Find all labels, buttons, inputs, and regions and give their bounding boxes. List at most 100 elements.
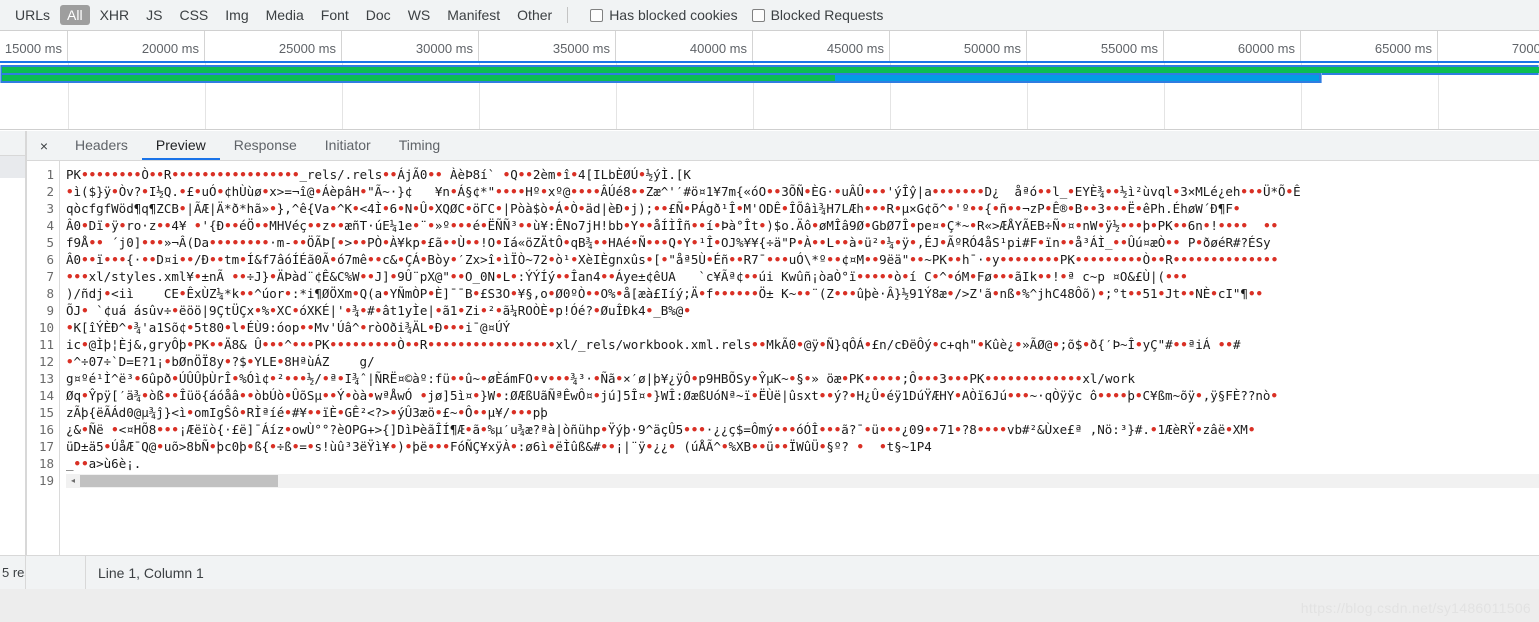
timeline-tick-label: 60000 ms: [1237, 41, 1295, 56]
filter-type-css[interactable]: CSS: [172, 5, 215, 25]
request-list-header: [0, 131, 25, 156]
detail-panel[interactable]: × Headers Preview Response Initiator Timing …: [26, 131, 1539, 555]
line-number: 15: [38, 405, 54, 420]
code-line[interactable]: Øq•Ŷpÿ[′ä¾•òß••Îüö{áóåâ••òbÚò•ÛõSµ••Ý•òà…: [60, 387, 1539, 404]
filter-type-img[interactable]: Img: [218, 5, 255, 25]
code-line[interactable]: ÕJ• `¢uá ásûv÷•ëöö|9ÇtÜÇx•%•XC•óXKÉ|'•¾•…: [60, 302, 1539, 319]
code-content[interactable]: PK••••••••Ò••R•••••••••••••••••_rels/.re…: [60, 161, 1539, 555]
timeline-waterfall[interactable]: [0, 63, 1539, 129]
code-line[interactable]: )/ñdj•<iì CE•ÊxÙZ¼*k••^úor•:*i¶ØÖXm•Q(a•…: [60, 285, 1539, 302]
code-line[interactable]: g¤ºé¹Ì^ë³•6ûpð•ÚÛÛþÙrÎ•%Óì¢•²•••½/•ª•I¾ˆ…: [60, 370, 1539, 387]
timeline-ruler: 15000 ms 20000 ms 25000 ms 30000 ms 35000 ms…: [0, 31, 1539, 63]
line-number: 10: [38, 320, 54, 335]
line-number: 19: [38, 473, 54, 488]
network-timeline[interactable]: 15000 ms 20000 ms 25000 ms 30000 ms 35000 ms…: [0, 31, 1539, 130]
filter-type-other[interactable]: Other: [510, 5, 559, 25]
filter-label-urls: URLs: [15, 7, 51, 23]
timeline-tick: 65000 ms: [1301, 31, 1438, 61]
filter-type-list[interactable]: All XHR JS CSS Img Media Font Doc WS Manifest Othe…: [60, 5, 562, 25]
filter-type-media[interactable]: Media: [259, 5, 311, 25]
code-line[interactable]: •^÷07÷`D=E?1¡•bØnÖÏ8y•?$•YLE•8HªùÁZ g/: [60, 353, 1539, 370]
filter-type-xhr[interactable]: XHR: [93, 5, 137, 25]
filter-checkbox-list[interactable]: Has blocked cookies Blocked Requests: [576, 7, 883, 23]
bar-segment-waiting: [2, 75, 835, 81]
line-number: 7: [46, 269, 54, 284]
tab-initiator[interactable]: Initiator: [311, 131, 385, 160]
close-icon[interactable]: ×: [27, 131, 61, 160]
scrollbar-thumb[interactable]: [80, 474, 278, 487]
detail-tabstrip[interactable]: × Headers Preview Response Initiator Timing: [27, 131, 1539, 161]
tab-preview[interactable]: Preview: [141, 131, 220, 160]
timeline-tick: 45000 ms: [753, 31, 890, 61]
code-line[interactable]: f9Å•• ´j0]•••»¬Â(Da••••••••·m-••ÖÃÞ[•>••…: [60, 234, 1539, 251]
code-line[interactable]: üD±ä5•ÚåÆ¯Q@•uõ>8bÑ•þc0þ•ß{•÷ß•=•s!ùû³3ë…: [60, 438, 1539, 455]
timeline-tick: 55000 ms: [1027, 31, 1164, 61]
checkbox-label: Has blocked cookies: [609, 7, 738, 23]
code-line[interactable]: Â0••ï•••{·••D¤i••/Ð••tm•Í&f7âóÍÉã0Ã•ó7mê…: [60, 251, 1539, 268]
tab-response[interactable]: Response: [220, 131, 311, 160]
filter-type-ws[interactable]: WS: [401, 5, 438, 25]
line-number: 4: [46, 218, 54, 233]
timeline-tick-label: 15000 ms: [4, 41, 62, 56]
timeline-tick-label: 50000 ms: [963, 41, 1021, 56]
checkbox-label: Blocked Requests: [770, 7, 884, 23]
code-line[interactable]: Â0•Dï•ÿ•ro·z••4¥ •'{Ð••éÖ••MHVéç••z••æñT…: [60, 217, 1539, 234]
filter-type-all[interactable]: All: [60, 5, 90, 25]
timeline-tick: 35000 ms: [479, 31, 616, 61]
watermark-text: https://blog.csdn.net/sy1486011506: [1300, 600, 1531, 616]
detail-tabs[interactable]: Headers Preview Response Initiator Timing: [61, 131, 454, 160]
status-cursor-position: Line 1, Column 1: [85, 556, 204, 589]
timeline-tick-label: 40000 ms: [689, 41, 747, 56]
line-number: 13: [38, 371, 54, 386]
code-line[interactable]: ic•@Ìþ¦Èj&,gryÔþ•PK••Ä8& Û•••^•••PK•••••…: [60, 336, 1539, 353]
filter-type-js[interactable]: JS: [139, 5, 169, 25]
timeline-tick: 15000 ms: [0, 31, 68, 61]
timeline-tick-label: 45000 ms: [826, 41, 884, 56]
filter-type-doc[interactable]: Doc: [359, 5, 398, 25]
timeline-tick-label: 65000 ms: [1374, 41, 1432, 56]
checkbox-has-blocked-cookies[interactable]: Has blocked cookies: [590, 7, 738, 23]
code-line[interactable]: •••xl/styles.xml¥•±nÃ ••÷J}•ÄÞàd¨¢Ê&C%W•…: [60, 268, 1539, 285]
status-bar: 5 res Line 1, Column 1: [0, 555, 1539, 589]
filter-type-font[interactable]: Font: [314, 5, 356, 25]
scroll-left-arrow-icon[interactable]: ◂: [66, 474, 80, 488]
code-line[interactable]: •ì($}ÿ•Òv?•I½Q.•£•uÓ•¢hÙùø•x>=¬î@•ÁèpâH•…: [60, 183, 1539, 200]
code-line[interactable]: ¿&•Ñë •<¤HÕ8•••¡Æëïò{·£ë]¯Áíz•owÙ°°?èOPG…: [60, 421, 1539, 438]
tab-timing[interactable]: Timing: [385, 131, 455, 160]
timeline-tick-label: 30000 ms: [415, 41, 473, 56]
preview-code-viewer[interactable]: 1 2 3 4 5 6 7 8 9 10 11 12 13 14 15 16 17 18 19 PK••••••••…: [27, 161, 1539, 555]
line-number: 18: [38, 456, 54, 471]
horizontal-scrollbar[interactable]: ◂: [66, 473, 1539, 488]
line-number-gutter: 1 2 3 4 5 6 7 8 9 10 11 12 13 14 15 16 17 18 19: [27, 161, 60, 555]
horizontal-scrollbar-row[interactable]: ◂: [60, 472, 1539, 489]
filter-type-manifest[interactable]: Manifest: [440, 5, 507, 25]
line-number: 2: [46, 184, 54, 199]
timeline-tick: 40000 ms: [616, 31, 753, 61]
code-line[interactable]: PK••••••••Ò••R•••••••••••••••••_rels/.re…: [60, 166, 1539, 183]
request-list[interactable]: [0, 131, 26, 555]
line-number: 11: [38, 337, 54, 352]
timeline-tick-label: 20000 ms: [141, 41, 199, 56]
line-number: 9: [46, 303, 54, 318]
line-number: 8: [46, 286, 54, 301]
filter-divider: [567, 7, 569, 23]
checkbox-blocked-requests[interactable]: Blocked Requests: [751, 7, 884, 23]
timeline-tick-label: 35000 ms: [552, 41, 610, 56]
timeline-tick-label: 70000 ms: [1511, 41, 1539, 56]
request-bar-2[interactable]: [0, 73, 1322, 83]
line-number: 17: [38, 439, 54, 454]
line-number: 12: [38, 354, 54, 369]
code-line[interactable]: •K[îÝÈÐ^•¾'a1Sõ¢•5t80•l•ÉÙ9:óop••Mv'Úâ^•…: [60, 319, 1539, 336]
checkbox-box-icon[interactable]: [751, 8, 765, 22]
code-line[interactable]: zÃþ{ëÃÁd0@µ¾ĵ}<ì•omIgŜô•RÌªíé•#¥••ïÈ•GÊ²…: [60, 404, 1539, 421]
request-list-item-selected[interactable]: [0, 156, 25, 178]
code-line[interactable]: _••a>ù6è¡.: [60, 455, 1539, 472]
timeline-tick: 60000 ms: [1164, 31, 1301, 61]
request-details-area[interactable]: × Headers Preview Response Initiator Timing …: [0, 131, 1539, 555]
code-line[interactable]: qòcfgfWöd¶q¶ZCB•|ÃÆ|Ä*ð*hã»•},^ê{Va•^K•<…: [60, 200, 1539, 217]
timeline-tick: 20000 ms: [68, 31, 205, 61]
status-request-count: 5 res: [0, 556, 26, 589]
tab-headers[interactable]: Headers: [61, 131, 142, 160]
checkbox-box-icon[interactable]: [590, 8, 604, 22]
network-filter-bar[interactable]: URLs All XHR JS CSS Img Media Font Doc WS Manifes…: [0, 0, 1539, 31]
